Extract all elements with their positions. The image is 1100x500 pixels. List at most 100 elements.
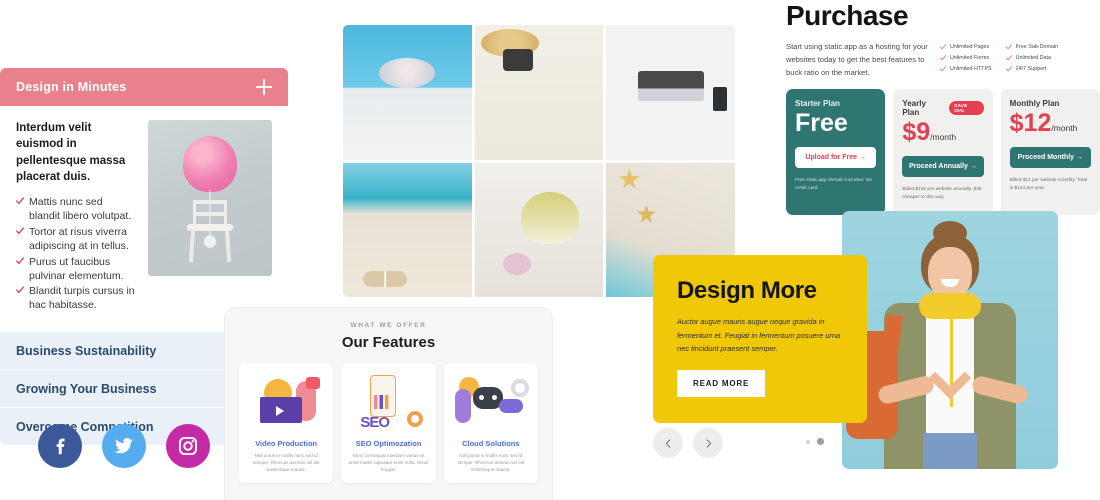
bullet-text: Tortor at risus viverra adipiscing at in… [29,226,129,252]
social-links [38,424,210,468]
check-icon [940,66,946,72]
twitter-icon[interactable] [102,424,146,468]
purchase-feature-list: Unlimited Pages Unlimited Forms Unlimite… [940,40,1058,79]
accordion-panel: Interdum velit euismod in pellentesque m… [0,106,288,332]
design-more-title: Design More [677,277,817,304]
list-item: Blandit turpis cursus in hac habitasse. [16,285,136,313]
accordion-panel-copy: Interdum velit euismod in pellentesque m… [16,120,136,315]
grid-photo-shells [474,162,604,297]
purchase-feature: Free Sub-Domain [1005,44,1059,50]
feature-card-seo-optimization[interactable]: SEO SEO Optimozation Nunc consequat inte… [341,363,436,484]
plan-name-row: Monthly Plan [1010,99,1091,108]
our-features-card: WHAT WE OFFER Our Features Video Product… [225,308,552,500]
feature-name: Cloud Solutions [462,439,520,448]
carousel-controls [653,428,723,458]
purchase-feature-label: Unlimited Data [1015,55,1051,61]
facebook-icon[interactable] [38,424,82,468]
pricing-card-monthly[interactable]: Monthly Plan $12/month Proceed Monthly →… [1000,89,1100,215]
plus-icon[interactable] [256,79,272,95]
carousel-dot-1[interactable] [806,439,810,444]
accordion-item-label: Growing Your Business [16,381,157,396]
feature-desc: Nisl purus in mollis nunc sed id semper.… [457,453,525,473]
feature-name: SEO Optimozation [355,439,422,448]
purchase-description: Start using static.app as a hosting for … [786,42,928,78]
plan-fine-print: Billed $12 per website monthly. Total is… [1009,177,1088,192]
purchase-feature-column-2: Free Sub-Domain Unlimited Data 24/7 Supp… [1005,44,1059,79]
chevron-left-icon [665,438,670,448]
purchase-intro-row: Start using static.app as a hosting for … [786,40,1100,79]
upload-for-free-button[interactable]: Upload for Free → [795,146,877,168]
purchase-feature-label: Unlimited Forms [950,55,990,61]
check-icon [16,286,24,294]
purchase-feature: Unlimited Data [1005,55,1059,61]
plan-price-period: /month [1051,123,1078,134]
proceed-monthly-button[interactable]: Proceed Monthly → [1009,146,1091,168]
accordion-header-title: Design in Minutes [16,80,127,94]
grid-photo-flatlay [474,25,604,160]
feature-card-video-production[interactable]: Video Production Nisl purus in mollis nu… [239,363,334,484]
purchase-feature-label: 24/7 Support [1015,66,1047,72]
plan-price-value: $12 [1009,109,1052,138]
feature-card-cloud-solutions[interactable]: Cloud Solutions Nisl purus in mollis nun… [443,363,538,484]
plan-fine-print: Free static.app domain included. No cred… [795,177,872,192]
accordion-bullet-list: Mattis nunc sed blandit libero volutpat.… [16,196,136,313]
balloon-shape [183,136,237,192]
instagram-icon[interactable] [166,424,210,468]
plan-price: Free [795,109,848,138]
chevron-right-icon [706,438,711,448]
pricing-card-starter[interactable]: Starter Plan Free Upload for Free → Free… [786,89,886,215]
purchase-feature-label: Unlimited HTTPS [950,66,992,72]
pricing-plans: Starter Plan Free Upload for Free → Free… [786,89,1100,215]
purchase-feature-column-1: Unlimited Pages Unlimited Forms Unlimite… [940,44,992,79]
purchase-feature-label: Free Sub-Domain [1015,44,1059,50]
page-canvas: Design in Minutes Interdum velit euismod… [0,0,1100,500]
carousel-dots [806,438,824,445]
check-icon [940,44,946,50]
check-icon [1005,55,1012,61]
list-item: Purus ut faucibus pulvinar elementum. [16,256,136,284]
check-icon [1005,44,1012,50]
bullet-text: Mattis nunc sed blandit libero volutpat. [29,196,132,223]
purchase-feature: Unlimited Forms [940,55,992,61]
bullet-text: Blandit turpis cursus in hac habitasse. [29,285,135,312]
plan-price-period: /month [930,132,957,143]
feature-desc: Nisl purus in mollis nunc sed id semper.… [252,453,320,473]
carousel-prev-button[interactable] [653,428,683,458]
plan-fine-print: Billed $108 per website annually. $36 ch… [902,186,982,201]
accordion-header-design-in-minutes[interactable]: Design in Minutes [0,68,288,106]
plan-name-row: Yearly Plan SAVE 25% [902,99,984,118]
pricing-card-yearly[interactable]: Yearly Plan SAVE 25% $9/month Proceed An… [893,89,993,215]
purchase-feature: Unlimited HTTPS [940,66,992,72]
feature-name: Video Production [255,439,318,448]
grid-photo-beach [343,162,472,297]
purchase-feature-label: Unlimited Pages [950,44,990,50]
list-item: Mattis nunc sed blandit libero volutpat. [16,196,136,224]
plan-name: Monthly Plan [1009,99,1060,109]
chair-shape [187,200,233,263]
check-icon [16,227,24,235]
read-more-button[interactable]: READ MORE [677,370,766,398]
balloon-chair-photo [148,120,272,276]
proceed-annually-button[interactable]: Proceed Annually → [902,155,984,177]
plan-name: Starter Plan [795,99,840,109]
status-badge: SAVE 25% [949,101,984,116]
plan-price: $12/month [1009,109,1091,138]
purchase-feature: 24/7 Support [1005,66,1059,72]
features-row: Video Production Nisl purus in mollis nu… [239,363,538,484]
accordion-panel-lead: Interdum velit euismod in pellentesque m… [16,122,126,183]
carousel-dot-2[interactable] [817,438,824,445]
bullet-text: Purus ut faucibus pulvinar elementum. [29,255,124,282]
check-icon [16,257,24,265]
video-production-icon [246,373,326,433]
list-item: Tortor at risus viverra adipiscing at in… [16,226,136,254]
accordion-item-label: Business Sustainability [16,343,157,358]
grid-photo-pool [343,25,472,160]
carousel-next-button[interactable] [693,428,723,458]
check-icon [1005,66,1012,72]
twitter-glyph [114,437,134,454]
features-title: Our Features [341,334,436,351]
plan-price-value: $9 [902,118,931,147]
purchase-section: Purchase Start using static.app as a hos… [786,0,1100,215]
plan-name: Yearly Plan [902,99,926,118]
feature-desc: Nunc consequat interdum varius sit amet … [348,453,429,473]
